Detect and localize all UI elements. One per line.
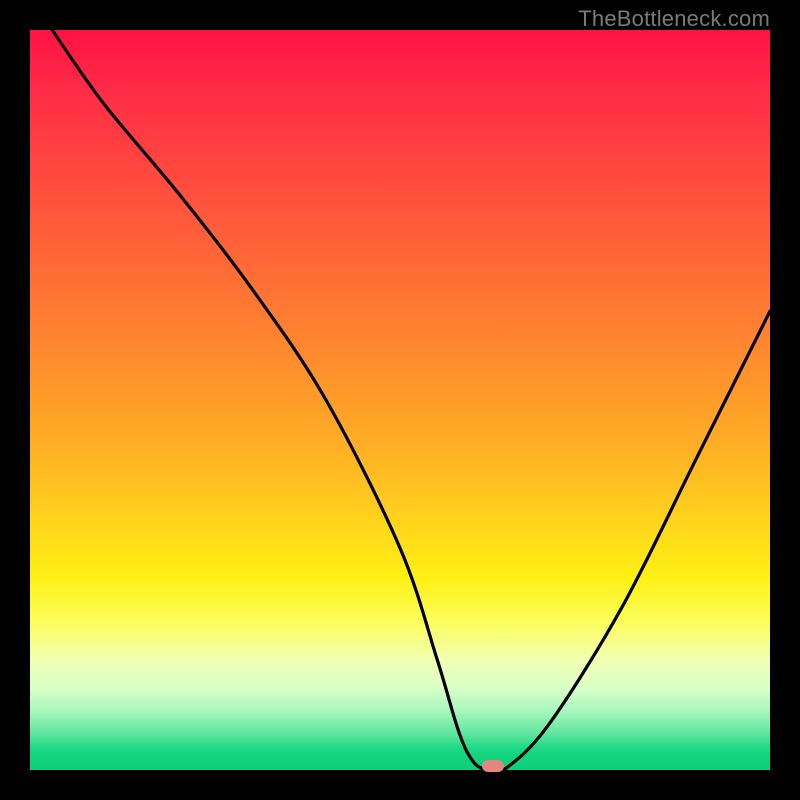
plot-area — [30, 30, 770, 770]
chart-frame: TheBottleneck.com — [0, 0, 800, 800]
optimal-marker — [482, 760, 504, 772]
watermark-text: TheBottleneck.com — [578, 6, 770, 32]
bottleneck-curve — [30, 30, 770, 770]
